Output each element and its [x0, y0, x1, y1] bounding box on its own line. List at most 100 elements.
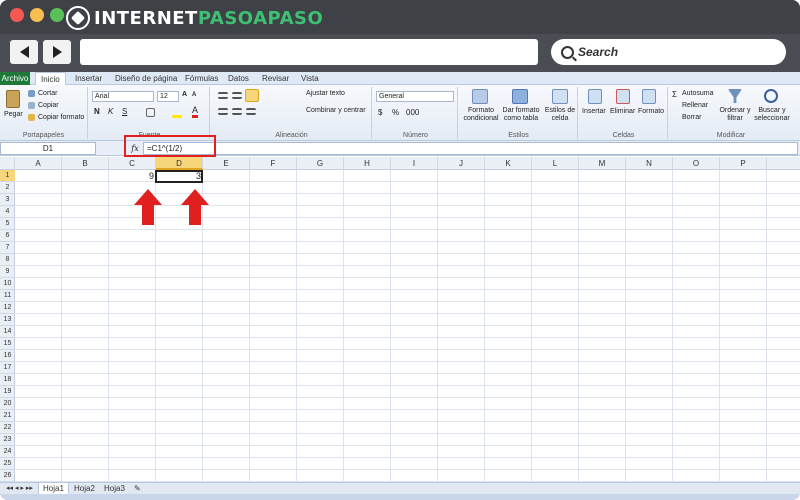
column-header-f[interactable]: F	[250, 157, 297, 170]
row-header-16[interactable]: 16	[0, 350, 15, 362]
format-cells-button[interactable]: Formato	[638, 108, 664, 115]
shrink-font-button[interactable]: A	[192, 92, 196, 98]
column-header-m[interactable]: M	[579, 157, 626, 170]
cell-styles-button[interactable]: Estilos de celda	[542, 107, 578, 123]
column-header-g[interactable]: G	[297, 157, 344, 170]
conditional-format-button[interactable]: Formato condicional	[462, 107, 500, 123]
wrap-text-button[interactable]: Ajustar texto	[306, 90, 345, 97]
column-header-o[interactable]: O	[673, 157, 720, 170]
row-header-9[interactable]: 9	[0, 266, 15, 278]
format-painter-button[interactable]: Copiar formato	[38, 114, 84, 121]
row-header-23[interactable]: 23	[0, 434, 15, 446]
tab-insertar[interactable]: Insertar	[70, 72, 107, 85]
thousands-button[interactable]: 000	[406, 108, 419, 117]
row-header-24[interactable]: 24	[0, 446, 15, 458]
number-format-select[interactable]: General	[376, 91, 454, 102]
tab-diseno-pagina[interactable]: Diseño de página	[110, 72, 182, 85]
sort-filter-button[interactable]: Ordenar y filtrar	[718, 107, 752, 123]
percent-button[interactable]: %	[392, 108, 399, 117]
row-header-6[interactable]: 6	[0, 230, 15, 242]
font-size-select[interactable]: 12	[157, 91, 179, 102]
row-header-8[interactable]: 8	[0, 254, 15, 266]
row-header-11[interactable]: 11	[0, 290, 15, 302]
cut-button[interactable]: Cortar	[38, 90, 57, 97]
fill-button[interactable]: Rellenar	[682, 102, 708, 109]
grow-font-button[interactable]: A	[182, 91, 187, 98]
find-select-button[interactable]: Buscar y seleccionar	[752, 107, 792, 123]
row-header-14[interactable]: 14	[0, 326, 15, 338]
row-header-2[interactable]: 2	[0, 182, 15, 194]
name-box[interactable]: D1	[0, 142, 96, 155]
row-header-5[interactable]: 5	[0, 218, 15, 230]
column-header-i[interactable]: I	[391, 157, 438, 170]
column-header-p[interactable]: P	[720, 157, 767, 170]
search-box[interactable]: Search	[551, 39, 786, 65]
forward-button[interactable]	[43, 40, 71, 64]
tab-formulas[interactable]: Fórmulas	[180, 72, 223, 85]
align-bottom-icon[interactable]	[245, 89, 259, 102]
tab-revisar[interactable]: Revisar	[257, 72, 294, 85]
row-header-18[interactable]: 18	[0, 374, 15, 386]
font-name-select[interactable]: Arial	[92, 91, 154, 102]
paste-button[interactable]: Pegar	[4, 111, 23, 118]
align-middle-icon[interactable]	[232, 92, 242, 99]
row-header-12[interactable]: 12	[0, 302, 15, 314]
cell-grid[interactable]: 9 3	[15, 170, 800, 482]
row-header-4[interactable]: 4	[0, 206, 15, 218]
align-left-icon[interactable]	[218, 108, 228, 115]
column-header-e[interactable]: E	[203, 157, 250, 170]
tab-datos[interactable]: Datos	[223, 72, 254, 85]
bold-button[interactable]: N	[94, 107, 100, 116]
merge-center-button[interactable]: Combinar y centrar	[306, 107, 366, 114]
back-button[interactable]	[10, 40, 38, 64]
row-header-25[interactable]: 25	[0, 458, 15, 470]
tab-vista[interactable]: Vista	[296, 72, 324, 85]
maximize-window-button[interactable]	[50, 8, 64, 22]
align-right-icon[interactable]	[246, 108, 256, 115]
cell-c1[interactable]: 9	[109, 170, 156, 182]
insert-cells-button[interactable]: Insertar	[582, 108, 606, 115]
tab-inicio[interactable]: Inicio	[35, 72, 66, 85]
red-arrow-up-icon	[134, 189, 162, 225]
column-header-d[interactable]: D	[156, 157, 203, 170]
select-all-corner[interactable]	[0, 157, 15, 170]
row-header-15[interactable]: 15	[0, 338, 15, 350]
row-header-20[interactable]: 20	[0, 398, 15, 410]
font-color-button[interactable]: A	[192, 106, 199, 118]
row-header-21[interactable]: 21	[0, 410, 15, 422]
row-header-1[interactable]: 1	[0, 170, 15, 182]
column-header-a[interactable]: A	[15, 157, 62, 170]
row-header-3[interactable]: 3	[0, 194, 15, 206]
column-header-c[interactable]: C	[109, 157, 156, 170]
copy-button[interactable]: Copiar	[38, 102, 59, 109]
row-header-13[interactable]: 13	[0, 314, 15, 326]
column-header-n[interactable]: N	[626, 157, 673, 170]
row-header-17[interactable]: 17	[0, 362, 15, 374]
autosum-button[interactable]: Autosuma	[682, 90, 714, 97]
column-header-k[interactable]: K	[485, 157, 532, 170]
align-center-icon[interactable]	[232, 108, 242, 115]
row-header-7[interactable]: 7	[0, 242, 15, 254]
column-header-h[interactable]: H	[344, 157, 391, 170]
tab-archivo[interactable]: Archivo	[0, 72, 30, 85]
fill-color-icon[interactable]	[172, 115, 182, 118]
row-header-26[interactable]: 26	[0, 470, 15, 482]
column-header-l[interactable]: L	[532, 157, 579, 170]
delete-cells-button[interactable]: Eliminar	[610, 108, 635, 115]
column-header-b[interactable]: B	[62, 157, 109, 170]
italic-button[interactable]: K	[108, 107, 113, 116]
borders-icon[interactable]	[146, 108, 155, 117]
row-header-22[interactable]: 22	[0, 422, 15, 434]
currency-button[interactable]: $	[378, 108, 382, 117]
underline-button[interactable]: S	[122, 107, 127, 116]
clear-button[interactable]: Borrar	[682, 114, 701, 121]
column-header-j[interactable]: J	[438, 157, 485, 170]
align-top-icon[interactable]	[218, 92, 228, 99]
row-header-19[interactable]: 19	[0, 386, 15, 398]
format-as-table-button[interactable]: Dar formato como tabla	[502, 107, 540, 123]
address-bar[interactable]	[80, 39, 538, 65]
minimize-window-button[interactable]	[30, 8, 44, 22]
formula-input[interactable]: =C1^(1/2)	[143, 142, 798, 155]
row-header-10[interactable]: 10	[0, 278, 15, 290]
close-window-button[interactable]	[10, 8, 24, 22]
